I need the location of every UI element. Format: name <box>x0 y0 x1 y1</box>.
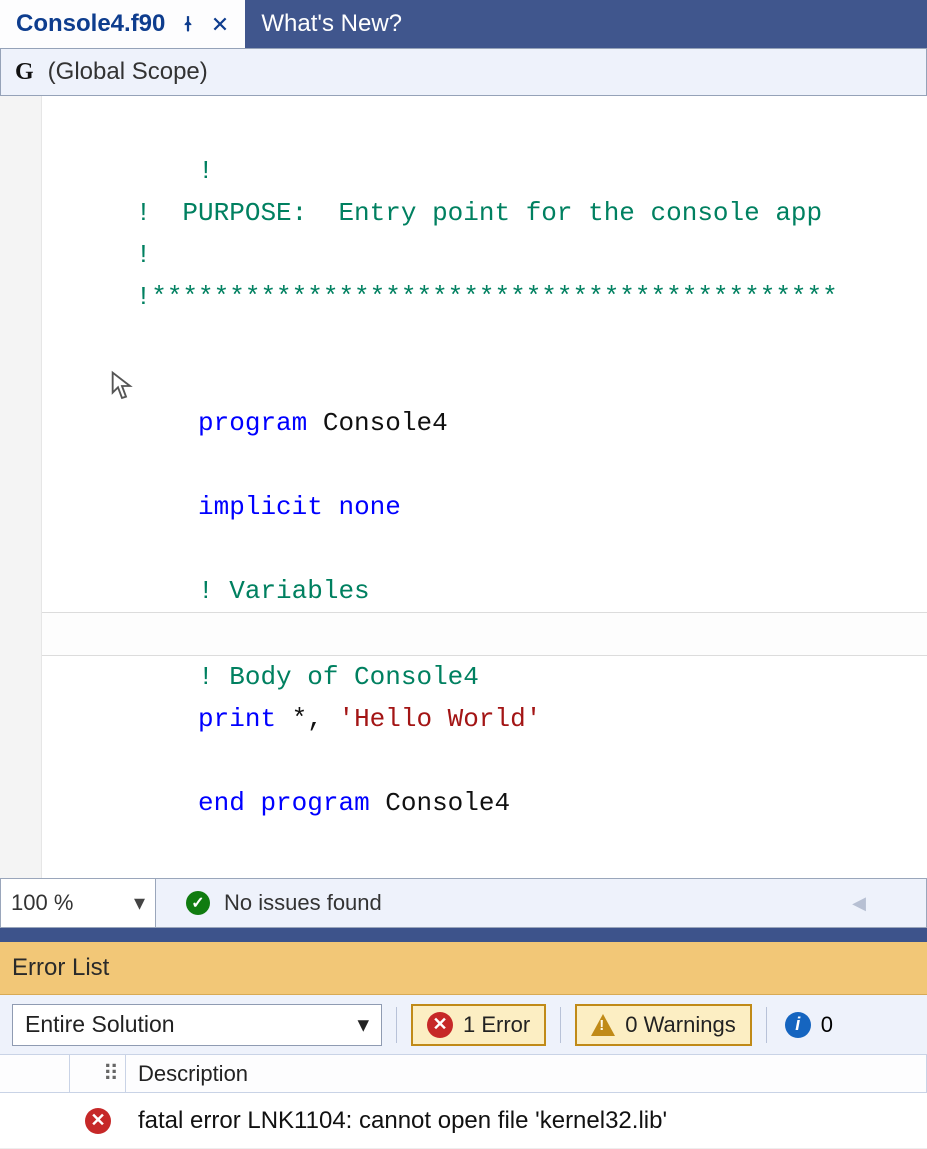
code-area[interactable]: ! ! PURPOSE: Entry point for the console… <box>42 96 927 878</box>
chevron-down-icon: ▾ <box>357 1011 369 1038</box>
divider <box>396 1007 397 1043</box>
cursor-icon <box>108 286 202 486</box>
messages-filter-button[interactable]: i 0 <box>781 1012 833 1038</box>
header-code[interactable]: ⠿ <box>70 1055 126 1092</box>
nav-left-icon[interactable]: ◀ <box>852 893 866 914</box>
errors-filter-button[interactable]: ✕ 1 Error <box>411 1004 546 1046</box>
zoom-value: 100 % <box>11 890 73 916</box>
check-circle-icon: ✓ <box>186 891 210 915</box>
tab-label: What's New? <box>261 10 402 38</box>
error-message: fatal error LNK1104: cannot open file 'k… <box>138 1107 667 1134</box>
scope-glyph-icon: G <box>15 59 34 86</box>
divider <box>766 1007 767 1043</box>
scope-label: (Global Scope) <box>48 58 208 86</box>
divider <box>560 1007 561 1043</box>
scope-bar[interactable]: G (Global Scope) <box>0 48 927 96</box>
editor-gutter <box>0 96 42 878</box>
error-list-table: ⠿ Description ✕ fatal error LNK1104: can… <box>0 1055 927 1149</box>
warnings-count-label: 0 Warnings <box>625 1012 735 1038</box>
error-icon: ✕ <box>427 1012 453 1038</box>
header-severity[interactable] <box>0 1055 70 1092</box>
warning-icon <box>591 1014 615 1036</box>
header-description[interactable]: Description <box>126 1055 927 1092</box>
dropdown-value: Entire Solution <box>25 1011 175 1038</box>
tab-label: Console4.f90 <box>16 10 165 38</box>
table-row[interactable]: ✕ fatal error LNK1104: cannot open file … <box>0 1093 927 1149</box>
zoom-dropdown[interactable]: 100 % ▾ <box>1 879 156 927</box>
warnings-filter-button[interactable]: 0 Warnings <box>575 1004 751 1046</box>
info-icon: i <box>785 1012 811 1038</box>
chevron-down-icon: ▾ <box>134 890 145 916</box>
tab-whats-new[interactable]: What's New? <box>245 0 418 48</box>
code-editor[interactable]: ! ! PURPOSE: Entry point for the console… <box>0 96 927 878</box>
errors-count-label: 1 Error <box>463 1012 530 1038</box>
error-icon: ✕ <box>85 1108 111 1134</box>
tab-active[interactable]: Console4.f90 <box>0 0 245 48</box>
messages-count: 0 <box>821 1012 833 1038</box>
current-line-highlight <box>42 612 927 656</box>
panel-splitter[interactable] <box>0 928 927 942</box>
close-icon[interactable] <box>211 15 229 33</box>
error-list-title: Error List <box>0 942 927 995</box>
table-header: ⠿ Description <box>0 1055 927 1093</box>
error-list-toolbar: Entire Solution ▾ ✕ 1 Error 0 Warnings i… <box>0 995 927 1055</box>
error-scope-dropdown[interactable]: Entire Solution ▾ <box>12 1004 382 1046</box>
editor-status-bar: 100 % ▾ ✓ No issues found ◀ <box>0 878 927 928</box>
document-tabs: Console4.f90 What's New? <box>0 0 927 48</box>
pin-icon[interactable] <box>179 15 197 33</box>
issues-status: No issues found <box>224 890 382 916</box>
